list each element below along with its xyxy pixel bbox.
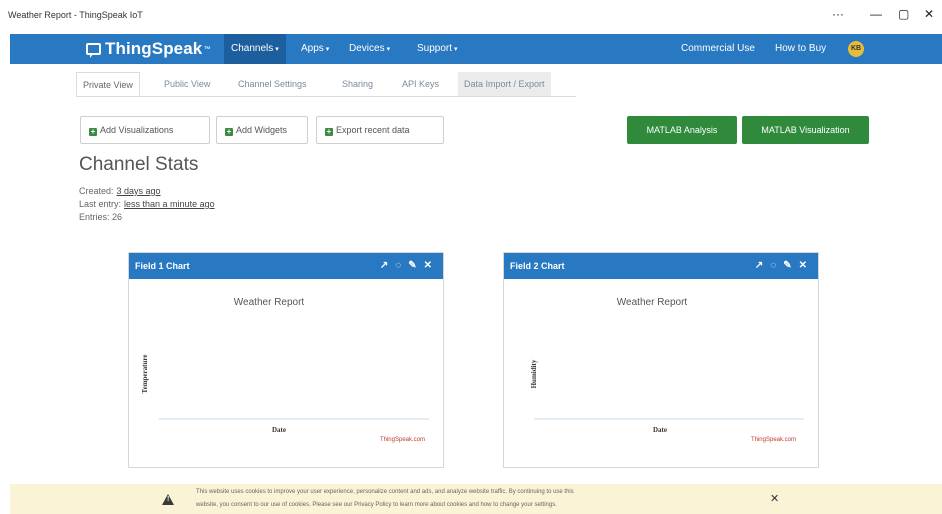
- tab-api-keys[interactable]: API Keys: [396, 72, 445, 96]
- chat-bubble-icon: [86, 43, 101, 58]
- trademark-mark: ™: [203, 45, 211, 53]
- tab-data-import-export[interactable]: Data Import / Export: [458, 72, 551, 96]
- matlab-visualization-button[interactable]: MATLAB Visualization: [742, 116, 869, 144]
- field-1-chart-tools: ↗ ◌ ✎ ✕: [376, 253, 435, 279]
- window-title: Weather Report - ThingSpeak IoT: [8, 10, 143, 20]
- nav-apps[interactable]: Apps ▾: [294, 34, 336, 64]
- entries-label: Entries:: [79, 212, 110, 222]
- x-axis-label: Date: [653, 426, 667, 434]
- pencil-icon[interactable]: ✎: [408, 260, 419, 271]
- y-axis-label: Humidity: [530, 359, 538, 388]
- nav-channels[interactable]: Channels ▾: [224, 34, 286, 64]
- plus-icon: +: [89, 127, 97, 136]
- add-visualizations-label: Add Visualizations: [100, 125, 174, 135]
- chevron-down-icon: ▾: [386, 46, 391, 53]
- external-link-icon[interactable]: ↗: [380, 260, 391, 271]
- chevron-down-icon: ▾: [325, 46, 330, 53]
- nav-commercial-use[interactable]: Commercial Use: [674, 34, 762, 64]
- page-title: Channel Stats: [79, 154, 199, 175]
- nav-devices[interactable]: Devices ▾: [342, 34, 397, 64]
- chart-credit[interactable]: ThingSpeak.com: [380, 437, 425, 443]
- thingspeak-logo[interactable]: ThingSpeak ™: [86, 39, 210, 59]
- plus-icon: +: [325, 127, 333, 136]
- last-entry-value: less than a minute ago: [124, 199, 215, 209]
- chevron-down-icon: ▾: [275, 46, 279, 53]
- close-window-button[interactable]: ✕: [924, 7, 934, 21]
- stat-entries: Entries: 26: [79, 212, 122, 222]
- field-1-chart-header: Field 1 Chart ↗ ◌ ✎ ✕: [129, 253, 443, 279]
- field-2-chart-title: Field 2 Chart: [510, 261, 565, 271]
- window-titlebar: Weather Report - ThingSpeak IoT ··· — ▢ …: [0, 0, 942, 34]
- nav-apps-label: Apps: [301, 43, 324, 54]
- tab-sharing[interactable]: Sharing: [336, 72, 379, 96]
- more-options-button[interactable]: ···: [832, 7, 844, 21]
- field-2-chart-plot[interactable]: Weather Report Date Humidity ThingSpeak.…: [504, 279, 818, 467]
- comment-icon[interactable]: ◌: [770, 260, 779, 271]
- last-entry-label: Last entry:: [79, 199, 122, 209]
- nav-devices-label: Devices: [349, 43, 385, 54]
- top-navbar: ThingSpeak ™ Channels ▾ Apps ▾ Devices ▾ Su…: [10, 34, 942, 64]
- field-2-chart-tools: ↗ ◌ ✎ ✕: [751, 253, 810, 279]
- export-recent-data-label: Export recent data: [336, 125, 410, 135]
- entries-value: 26: [112, 212, 123, 222]
- add-widgets-button[interactable]: + Add Widgets: [216, 116, 308, 144]
- stat-last-entry: Last entry: less than a minute ago: [79, 199, 215, 209]
- cookie-message-line-2[interactable]: website, you consent to our use of cooki…: [196, 499, 756, 512]
- chevron-down-icon: ▾: [454, 46, 458, 53]
- add-widgets-label: Add Widgets: [236, 125, 288, 135]
- nav-support[interactable]: Support ▾: [410, 34, 465, 64]
- field-1-chart-card: Field 1 Chart ↗ ◌ ✎ ✕ Weather Report Date T…: [128, 252, 444, 468]
- x-axis-label: Date: [272, 426, 286, 434]
- y-axis-label: Temperature: [141, 355, 149, 394]
- tab-divider: [76, 96, 576, 97]
- tab-private-view[interactable]: Private View: [76, 72, 140, 96]
- pencil-icon[interactable]: ✎: [783, 260, 794, 271]
- nav-how-to-buy[interactable]: How to Buy: [768, 34, 833, 64]
- field-1-chart-title: Field 1 Chart: [135, 261, 190, 271]
- close-icon[interactable]: ✕: [424, 260, 435, 271]
- minimize-button[interactable]: —: [870, 7, 882, 21]
- maximize-button[interactable]: ▢: [898, 7, 909, 21]
- cookie-message: This website uses cookies to improve you…: [196, 484, 756, 512]
- cookie-banner: This website uses cookies to improve you…: [10, 484, 942, 514]
- field-2-chart-card: Field 2 Chart ↗ ◌ ✎ ✕ Weather Report Date H…: [503, 252, 819, 468]
- created-label: Created:: [79, 186, 114, 196]
- export-recent-data-button[interactable]: + Export recent data: [316, 116, 444, 144]
- brand-name: ThingSpeak: [105, 39, 203, 58]
- nav-support-label: Support: [417, 43, 453, 54]
- nav-channels-label: Channels: [231, 43, 274, 54]
- warning-icon: [162, 494, 174, 505]
- plus-icon: +: [225, 127, 233, 136]
- avatar[interactable]: KB: [848, 41, 864, 57]
- tab-public-view[interactable]: Public View: [158, 72, 216, 96]
- created-value: 3 days ago: [116, 186, 161, 196]
- field-1-chart-heading: Weather Report: [234, 297, 305, 308]
- close-icon[interactable]: ✕: [770, 492, 779, 505]
- stat-created: Created: 3 days ago: [79, 186, 161, 196]
- external-link-icon[interactable]: ↗: [755, 260, 766, 271]
- tab-channel-settings[interactable]: Channel Settings: [232, 72, 313, 96]
- field-1-chart-plot[interactable]: Weather Report Date Temperature ThingSpe…: [129, 279, 443, 467]
- add-visualizations-button[interactable]: + Add Visualizations: [80, 116, 210, 144]
- chart-credit[interactable]: ThingSpeak.com: [751, 437, 796, 443]
- comment-icon[interactable]: ◌: [395, 260, 404, 271]
- field-2-chart-header: Field 2 Chart ↗ ◌ ✎ ✕: [504, 253, 818, 279]
- close-icon[interactable]: ✕: [799, 260, 810, 271]
- matlab-analysis-button[interactable]: MATLAB Analysis: [627, 116, 737, 144]
- cookie-message-line-1: This website uses cookies to improve you…: [196, 489, 574, 495]
- field-2-chart-heading: Weather Report: [617, 297, 688, 308]
